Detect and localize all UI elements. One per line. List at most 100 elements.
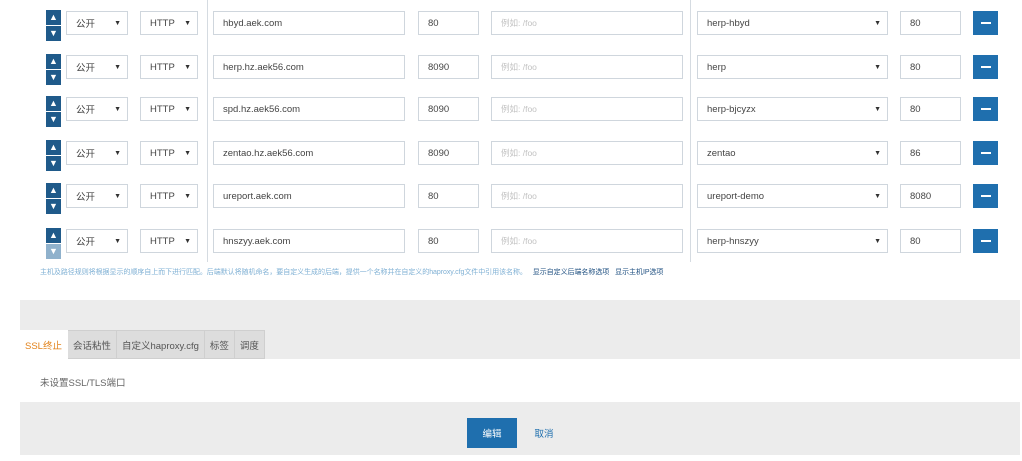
move-up-icon[interactable]: ▲ xyxy=(46,228,61,243)
caret-down-icon: ▼ xyxy=(114,19,121,27)
move-down-icon[interactable]: ▼ xyxy=(46,199,61,214)
access-value: 公开 xyxy=(76,237,96,248)
protocol-select[interactable]: HTTP ▼ xyxy=(140,97,198,121)
port-rule-row: ▲ ▼ 公开 ▼ HTTP ▼ hnszyy.aek.com 80 例如: /foo herp-h… xyxy=(20,228,1020,260)
domain-input[interactable]: ureport.aek.com xyxy=(213,184,405,208)
show-custom-backend-link[interactable]: 显示自定义后端名称选项 xyxy=(533,269,610,276)
source-port-input[interactable]: 80 xyxy=(418,184,479,208)
path-placeholder: 例如: /foo xyxy=(501,104,537,114)
remove-rule-button[interactable] xyxy=(973,184,998,208)
target-service-select[interactable]: herp-hbyd ▼ xyxy=(697,11,888,35)
port-rule-row: ▲ ▼ 公开 ▼ HTTP ▼ hbyd.aek.com 80 例如: /foo herp-hby… xyxy=(20,10,1020,41)
domain-input[interactable]: herp.hz.aek56.com xyxy=(213,55,405,79)
move-down-icon[interactable]: ▼ xyxy=(46,70,61,85)
domain-value: zentao.hz.aek56.com xyxy=(223,147,314,159)
source-port-input[interactable]: 80 xyxy=(418,229,479,253)
tab-session-sticky[interactable]: 会话粘性 xyxy=(67,330,117,359)
target-service-select[interactable]: ureport-demo ▼ xyxy=(697,184,888,208)
source-port-input[interactable]: 80 xyxy=(418,11,479,35)
caret-down-icon: ▼ xyxy=(874,105,881,113)
access-select[interactable]: 公开 ▼ xyxy=(66,141,128,165)
reorder-controls: ▲ ▼ xyxy=(46,183,61,215)
protocol-value: HTTP xyxy=(150,103,175,115)
path-input[interactable]: 例如: /foo xyxy=(491,55,683,79)
move-down-icon[interactable]: ▼ xyxy=(46,244,61,259)
tab-custom-haproxy[interactable]: 自定义haproxy.cfg xyxy=(116,330,205,359)
minus-icon xyxy=(980,195,991,197)
protocol-select[interactable]: HTTP ▼ xyxy=(140,55,198,79)
caret-down-icon: ▼ xyxy=(874,19,881,27)
access-value: 公开 xyxy=(76,192,96,203)
remove-rule-button[interactable] xyxy=(973,55,998,79)
target-service-select[interactable]: herp ▼ xyxy=(697,55,888,79)
protocol-value: HTTP xyxy=(150,190,175,202)
access-select[interactable]: 公开 ▼ xyxy=(66,184,128,208)
tab-scheduling[interactable]: 调度 xyxy=(234,330,265,359)
protocol-value: HTTP xyxy=(150,17,175,29)
path-input[interactable]: 例如: /foo xyxy=(491,141,683,165)
caret-down-icon: ▼ xyxy=(184,105,191,113)
protocol-select[interactable]: HTTP ▼ xyxy=(140,11,198,35)
source-port-value: 80 xyxy=(428,235,439,247)
target-service-value: zentao xyxy=(707,147,736,159)
target-port-input[interactable]: 80 xyxy=(900,55,961,79)
target-port-value: 80 xyxy=(910,235,921,247)
target-service-select[interactable]: herp-bjcyzx ▼ xyxy=(697,97,888,121)
domain-input[interactable]: hbyd.aek.com xyxy=(213,11,405,35)
access-select[interactable]: 公开 ▼ xyxy=(66,229,128,253)
access-select[interactable]: 公开 ▼ xyxy=(66,11,128,35)
target-port-input[interactable]: 86 xyxy=(900,141,961,165)
domain-input[interactable]: zentao.hz.aek56.com xyxy=(213,141,405,165)
move-up-icon[interactable]: ▲ xyxy=(46,96,61,111)
source-port-input[interactable]: 8090 xyxy=(418,97,479,121)
target-port-input[interactable]: 80 xyxy=(900,97,961,121)
path-placeholder: 例如: /foo xyxy=(501,62,537,72)
path-input[interactable]: 例如: /foo xyxy=(491,11,683,35)
target-service-select[interactable]: zentao ▼ xyxy=(697,141,888,165)
reorder-controls: ▲ ▼ xyxy=(46,228,61,260)
show-host-ip-link[interactable]: 显示主机IP选项 xyxy=(615,269,663,276)
protocol-select[interactable]: HTTP ▼ xyxy=(140,229,198,253)
move-up-icon[interactable]: ▲ xyxy=(46,10,61,25)
target-port-input[interactable]: 80 xyxy=(900,229,961,253)
move-down-icon[interactable]: ▼ xyxy=(46,112,61,127)
target-port-input[interactable]: 80 xyxy=(900,11,961,35)
domain-input[interactable]: hnszyy.aek.com xyxy=(213,229,405,253)
remove-rule-button[interactable] xyxy=(973,97,998,121)
move-up-icon[interactable]: ▲ xyxy=(46,54,61,69)
remove-rule-button[interactable] xyxy=(973,141,998,165)
protocol-select[interactable]: HTTP ▼ xyxy=(140,184,198,208)
domain-input[interactable]: spd.hz.aek56.com xyxy=(213,97,405,121)
access-value: 公开 xyxy=(76,63,96,74)
move-up-icon[interactable]: ▲ xyxy=(46,183,61,198)
path-input[interactable]: 例如: /foo xyxy=(491,184,683,208)
caret-down-icon: ▼ xyxy=(114,105,121,113)
edit-button[interactable]: 编辑 xyxy=(467,418,517,448)
path-input[interactable]: 例如: /foo xyxy=(491,97,683,121)
access-select[interactable]: 公开 ▼ xyxy=(66,97,128,121)
domain-value: spd.hz.aek56.com xyxy=(223,103,301,115)
tab-labels[interactable]: 标签 xyxy=(204,330,235,359)
source-port-input[interactable]: 8090 xyxy=(418,141,479,165)
move-up-icon[interactable]: ▲ xyxy=(46,140,61,155)
source-port-input[interactable]: 8090 xyxy=(418,55,479,79)
move-down-icon[interactable]: ▼ xyxy=(46,156,61,171)
source-port-value: 80 xyxy=(428,17,439,29)
minus-icon xyxy=(980,108,991,110)
domain-value: hnszyy.aek.com xyxy=(223,235,291,247)
reorder-controls: ▲ ▼ xyxy=(46,96,61,128)
path-placeholder: 例如: /foo xyxy=(501,236,537,246)
move-down-icon[interactable]: ▼ xyxy=(46,26,61,41)
cancel-button[interactable]: 取消 xyxy=(527,418,561,448)
target-port-input[interactable]: 8080 xyxy=(900,184,961,208)
access-select[interactable]: 公开 ▼ xyxy=(66,55,128,79)
path-input[interactable]: 例如: /foo xyxy=(491,229,683,253)
remove-rule-button[interactable] xyxy=(973,11,998,35)
protocol-select[interactable]: HTTP ▼ xyxy=(140,141,198,165)
minus-icon xyxy=(980,152,991,154)
caret-down-icon: ▼ xyxy=(874,63,881,71)
target-service-select[interactable]: herp-hnszyy ▼ xyxy=(697,229,888,253)
domain-value: herp.hz.aek56.com xyxy=(223,61,304,73)
tab-ssl-termination[interactable]: SSL终止 xyxy=(20,330,68,359)
remove-rule-button[interactable] xyxy=(973,229,998,253)
